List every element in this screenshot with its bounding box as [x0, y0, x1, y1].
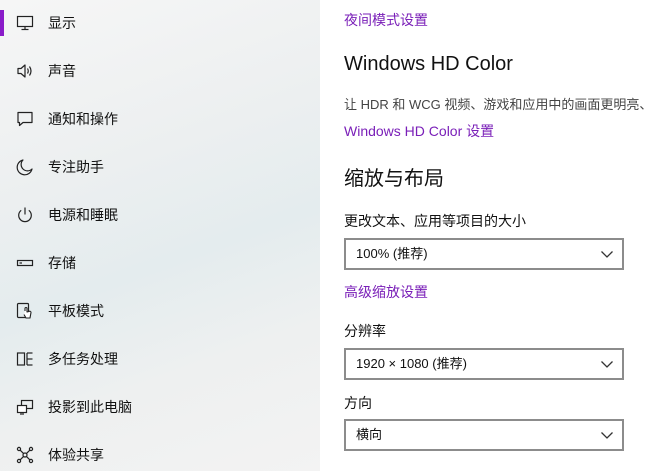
scale-label: 更改文本、应用等项目的大小	[344, 213, 526, 229]
sidebar-item-notifications[interactable]: 通知和操作	[0, 96, 320, 144]
sidebar-item-label: 平板模式	[48, 303, 104, 319]
speaker-icon	[16, 62, 34, 80]
scale-dropdown[interactable]: 100% (推荐)	[344, 238, 624, 270]
sidebar-item-label: 体验共享	[48, 447, 104, 463]
sidebar-item-multitasking[interactable]: 多任务处理	[0, 336, 320, 384]
sidebar-item-label: 电源和睡眠	[48, 207, 118, 223]
tablet-mode-icon	[16, 302, 34, 320]
monitor-icon	[16, 14, 34, 32]
sidebar-item-shared-experiences[interactable]: 体验共享	[0, 432, 320, 471]
project-icon	[16, 398, 34, 416]
resolution-dropdown[interactable]: 1920 × 1080 (推荐)	[344, 348, 624, 380]
hdr-description: 让 HDR 和 WCG 视频、游戏和应用中的画面更明亮、	[344, 97, 653, 112]
multitasking-icon	[16, 350, 34, 368]
moon-icon	[16, 158, 34, 176]
selection-indicator	[0, 10, 4, 36]
sidebar-item-label: 投影到此电脑	[48, 399, 132, 415]
sidebar-item-label: 存储	[48, 255, 76, 271]
hdr-section-title: Windows HD Color	[344, 53, 513, 75]
sidebar-item-focus-assist[interactable]: 专注助手	[0, 144, 320, 192]
share-icon	[16, 446, 34, 464]
storage-icon	[16, 254, 34, 272]
night-mode-settings-link[interactable]: 夜间模式设置	[344, 11, 428, 29]
resolution-label: 分辨率	[344, 323, 386, 339]
display-settings-pane: 夜间模式设置 Windows HD Color 让 HDR 和 WCG 视频、游…	[320, 0, 668, 471]
sidebar-item-sound[interactable]: 声音	[0, 48, 320, 96]
sidebar-item-label: 通知和操作	[48, 111, 118, 127]
sidebar-item-storage[interactable]: 存储	[0, 240, 320, 288]
notification-icon	[16, 110, 34, 128]
orientation-label: 方向	[344, 395, 372, 411]
orientation-dropdown[interactable]: 横向	[344, 419, 624, 451]
resolution-dropdown-value: 1920 × 1080 (推荐)	[356, 356, 467, 371]
chevron-down-icon	[600, 248, 614, 260]
settings-sidebar: 显示 声音 通知和操作 专注助手 电源和睡眠 存储 平板模式 多任务处理 投影到…	[0, 0, 320, 471]
sidebar-item-power-sleep[interactable]: 电源和睡眠	[0, 192, 320, 240]
sidebar-item-project-to-pc[interactable]: 投影到此电脑	[0, 384, 320, 432]
sidebar-item-display[interactable]: 显示	[0, 0, 320, 48]
chevron-down-icon	[600, 429, 614, 441]
sidebar-item-label: 显示	[48, 15, 76, 31]
sidebar-item-label: 多任务处理	[48, 351, 118, 367]
scale-layout-title: 缩放与布局	[344, 168, 444, 190]
advanced-scaling-link[interactable]: 高级缩放设置	[344, 283, 428, 301]
scale-dropdown-value: 100% (推荐)	[356, 246, 428, 261]
sidebar-item-label: 专注助手	[48, 159, 104, 175]
orientation-dropdown-value: 横向	[356, 427, 383, 442]
sidebar-item-label: 声音	[48, 63, 76, 79]
sidebar-item-tablet-mode[interactable]: 平板模式	[0, 288, 320, 336]
chevron-down-icon	[600, 358, 614, 370]
hd-color-settings-link[interactable]: Windows HD Color 设置	[344, 122, 494, 140]
power-icon	[16, 206, 34, 224]
